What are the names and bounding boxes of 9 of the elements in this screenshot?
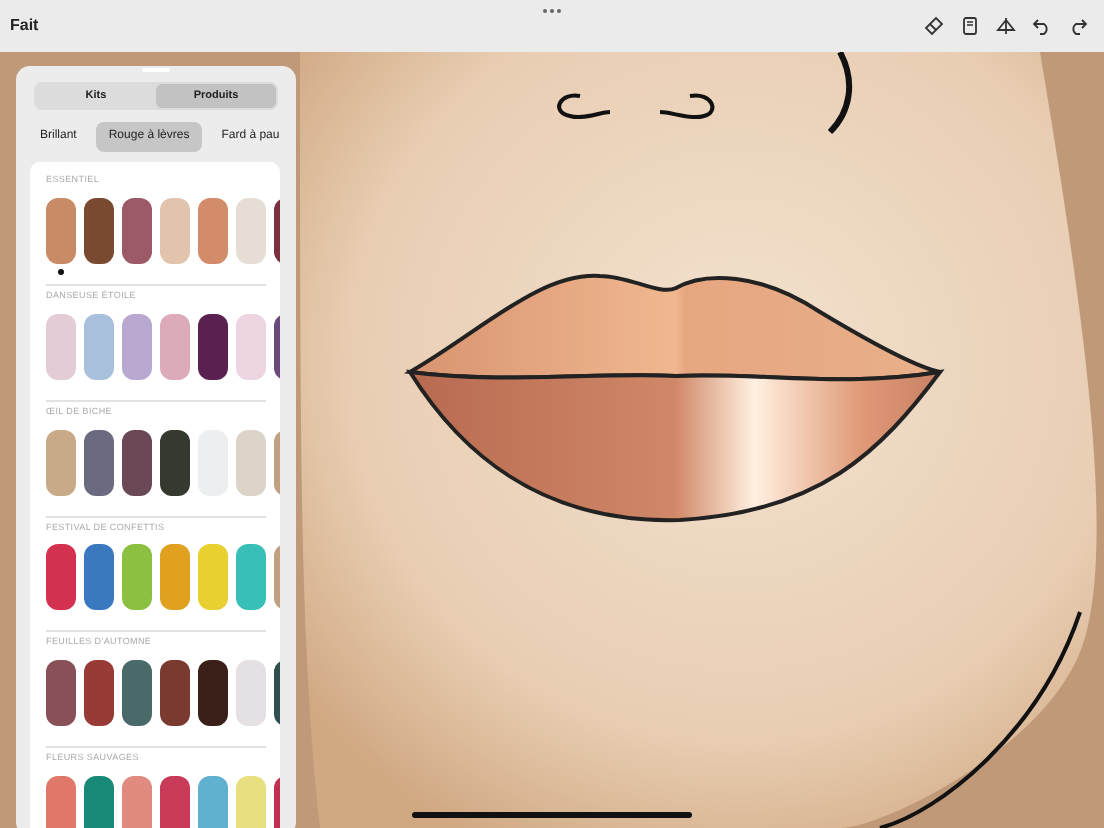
grabber-icon[interactable] [542, 8, 562, 14]
document-icon[interactable] [960, 16, 980, 36]
undo-icon[interactable] [1032, 16, 1052, 36]
color-swatch[interactable] [46, 198, 76, 276]
eraser-icon[interactable] [924, 16, 944, 36]
done-button[interactable]: Fait [0, 14, 49, 38]
mirror-icon[interactable] [996, 16, 1016, 36]
redo-icon[interactable] [1068, 16, 1088, 36]
panel-handle[interactable] [142, 68, 170, 72]
